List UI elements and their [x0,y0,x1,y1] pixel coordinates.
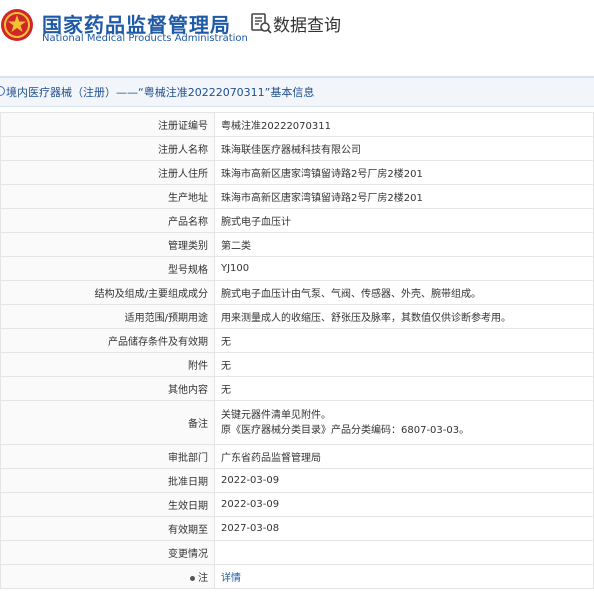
field-label: 产品储存条件及有效期 [0,328,215,353]
table-row: 审批部门 广东省药品监督管理局 [0,444,594,469]
field-value: 珠海市高新区唐家湾镇留诗路2号厂房2楼201 [214,184,594,209]
record-title: 境内医疗器械（注册）——“粤械注准20222070311”基本信息 [6,86,315,99]
data-query-title: 数据查询 [273,16,341,36]
record-title-bar: 境内医疗器械（注册）——“粤械注准20222070311”基本信息 [0,76,594,107]
info-circle-icon [0,86,5,96]
site-header: 国家药品监督管理局 National Medical Products Admi… [0,0,594,60]
field-value: 第二类 [214,232,594,257]
field-value: 腕式电子血压计 [214,208,594,233]
table-row: 注册人名称 珠海联佳医疗器械科技有限公司 [0,136,594,161]
table-row: 型号规格 YJ100 [0,256,594,281]
field-value: 关键元器件清单见附件。 原《医疗器械分类目录》产品分类编码：6807-03-03… [214,400,594,445]
field-label: 审批部门 [0,444,215,469]
field-label: 注 [0,564,215,589]
field-label: 注册人住所 [0,160,215,185]
field-value: 2022-03-09 [214,492,594,517]
table-row: 注册证编号 粤械注准20222070311 [0,112,594,137]
remark-line: 关键元器件清单见附件。 [221,409,331,421]
data-query-icon [251,13,272,34]
field-label: 生效日期 [0,492,215,517]
field-label: 注册证编号 [0,112,215,137]
table-row: 产品名称 腕式电子血压计 [0,208,594,233]
table-row: 备注 关键元器件清单见附件。 原《医疗器械分类目录》产品分类编码：6807-03… [0,400,594,445]
field-value: YJ100 [214,256,594,281]
field-label: 其他内容 [0,376,215,401]
field-label: 结构及组成/主要组成成分 [0,280,215,305]
field-value: 腕式电子血压计由气泵、气阀、传感器、外壳、腕带组成。 [214,280,594,305]
field-value: 珠海市高新区唐家湾镇留诗路2号厂房2楼201 [214,160,594,185]
table-row: 管理类别 第二类 [0,232,594,257]
field-label: 有效期至 [0,516,215,541]
field-value: 无 [214,376,594,401]
table-row: 注 详情 [0,564,594,589]
table-row: 生产地址 珠海市高新区唐家湾镇留诗路2号厂房2楼201 [0,184,594,209]
table-row: 附件 无 [0,352,594,377]
bullet-icon [190,575,195,581]
table-row: 批准日期 2022-03-09 [0,468,594,493]
table-row: 适用范围/预期用途 用来测量成人的收缩压、舒张压及脉率，其数值仅供诊断参考用。 [0,304,594,329]
field-label: 备注 [0,400,215,445]
field-label: 型号规格 [0,256,215,281]
table-row: 有效期至 2027-03-08 [0,516,594,541]
field-label: 产品名称 [0,208,215,233]
field-label: 生产地址 [0,184,215,209]
remark-line: 原《医疗器械分类目录》产品分类编码：6807-03-03。 [221,424,470,436]
field-label: 注册人名称 [0,136,215,161]
table-row: 其他内容 无 [0,376,594,401]
details-link[interactable]: 详情 [221,573,241,584]
table-row: 生效日期 2022-03-09 [0,492,594,517]
field-label: 管理类别 [0,232,215,257]
field-value: 2027-03-08 [214,516,594,541]
field-label: 批准日期 [0,468,215,493]
field-label: 变更情况 [0,540,215,565]
table-row: 变更情况 [0,540,594,565]
field-value: 无 [214,352,594,377]
field-value: 广东省药品监督管理局 [214,444,594,469]
detail-table: 注册证编号 粤械注准20222070311 注册人名称 珠海联佳医疗器械科技有限… [0,112,594,589]
national-emblem-icon [1,9,33,41]
field-value: 用来测量成人的收缩压、舒张压及脉率，其数值仅供诊断参考用。 [214,304,594,329]
field-value: 粤械注准20222070311 [214,112,594,137]
table-row: 产品储存条件及有效期 无 [0,328,594,353]
table-row: 注册人住所 珠海市高新区唐家湾镇留诗路2号厂房2楼201 [0,160,594,185]
note-label: 注 [198,573,208,584]
field-label: 适用范围/预期用途 [0,304,215,329]
field-value: 详情 [214,564,594,589]
field-value: 无 [214,328,594,353]
table-row: 结构及组成/主要组成成分 腕式电子血压计由气泵、气阀、传感器、外壳、腕带组成。 [0,280,594,305]
org-name-en: National Medical Products Administration [42,33,248,44]
field-value: 2022-03-09 [214,468,594,493]
field-label: 附件 [0,352,215,377]
field-value: 珠海联佳医疗器械科技有限公司 [214,136,594,161]
field-value [214,540,594,565]
